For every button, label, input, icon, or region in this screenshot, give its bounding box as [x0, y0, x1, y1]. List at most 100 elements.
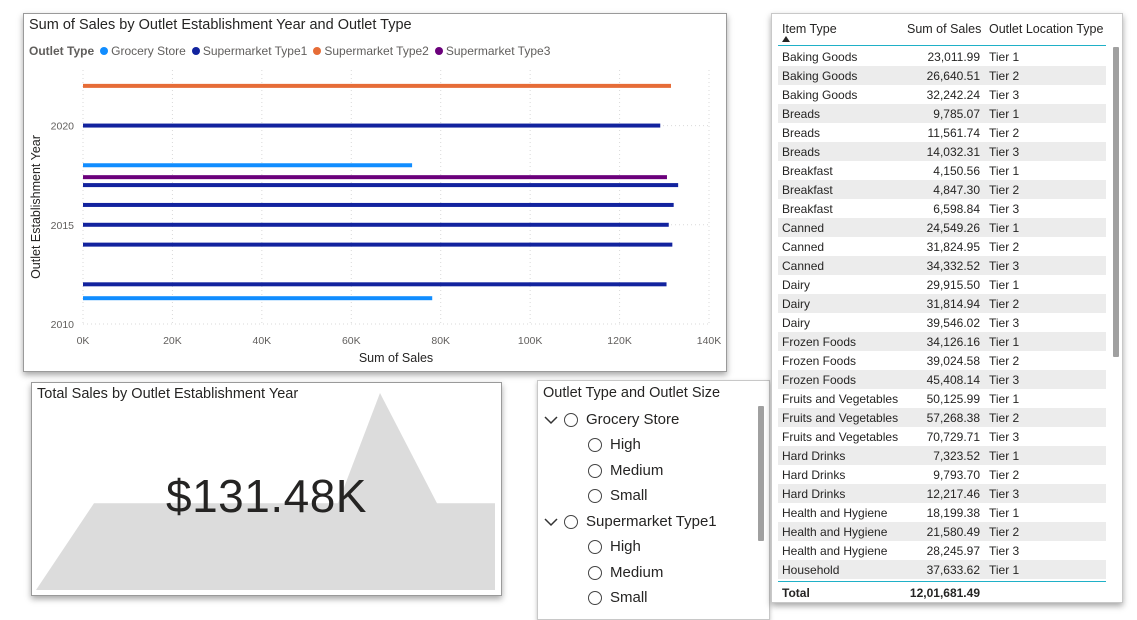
slicer-item-type1-medium[interactable]: Medium	[588, 564, 663, 581]
cell-outlet-location-type: Tier 1	[989, 449, 1020, 463]
cell-outlet-location-type: Tier 2	[989, 183, 1020, 197]
cell-sum-of-sales: 37,633.62	[926, 563, 980, 577]
cell-outlet-location-type: Tier 2	[989, 354, 1020, 368]
column-header-item-type[interactable]: Item Type	[782, 22, 837, 36]
y-axis-title: Outlet Establishment Year	[29, 135, 43, 279]
cell-outlet-location-type: Tier 3	[989, 430, 1020, 444]
cell-sum-of-sales: 21,580.49	[926, 525, 980, 539]
radio-grocery-high[interactable]	[588, 437, 602, 452]
cell-item-type: Health and Hygiene	[782, 506, 888, 520]
radio-grocery-medium[interactable]	[588, 463, 602, 478]
table-row[interactable]: Household 37,633.62 Tier 1	[778, 560, 1106, 579]
cell-sum-of-sales: 34,332.52	[926, 259, 980, 273]
table-row[interactable]: Dairy 39,546.02 Tier 3	[778, 313, 1106, 332]
bar	[83, 296, 433, 301]
table-row[interactable]: Baking Goods 32,242.24 Tier 3	[778, 85, 1106, 104]
bar	[83, 175, 667, 180]
table-row[interactable]: Fruits and Vegetables 50,125.99 Tier 1	[778, 389, 1106, 408]
cell-outlet-location-type: Tier 3	[989, 88, 1020, 102]
radio-grocery-small[interactable]	[588, 488, 602, 503]
table-row[interactable]: Health and Hygiene 18,199.38 Tier 1	[778, 503, 1106, 522]
radio-supermarket-type1[interactable]	[564, 514, 578, 529]
table-row[interactable]: Breads 14,032.31 Tier 3	[778, 142, 1106, 161]
radio-type1-medium[interactable]	[588, 565, 602, 580]
cell-item-type: Breads	[782, 145, 821, 159]
slicer-item-grocery-small[interactable]: Small	[588, 487, 648, 504]
cell-sum-of-sales: 14,032.31	[926, 145, 980, 159]
table-row[interactable]: Breakfast 4,847.30 Tier 2	[778, 180, 1106, 199]
cell-outlet-location-type: Tier 1	[989, 50, 1020, 64]
slicer-scrollbar[interactable]	[758, 406, 764, 541]
table-row[interactable]: Hard Drinks 9,793.70 Tier 2	[778, 465, 1106, 484]
cell-outlet-location-type: Tier 2	[989, 525, 1020, 539]
table-row[interactable]: Frozen Foods 45,408.14 Tier 3	[778, 370, 1106, 389]
table-row[interactable]: Dairy 31,814.94 Tier 2	[778, 294, 1106, 313]
table-row[interactable]: Hard Drinks 7,323.52 Tier 1	[778, 446, 1106, 465]
slicer-group-supermarket-type1[interactable]: Supermarket Type1	[544, 513, 717, 530]
cell-item-type: Breads	[782, 126, 821, 140]
table-row[interactable]: Baking Goods 23,011.99 Tier 1	[778, 47, 1106, 66]
cell-sum-of-sales: 70,729.71	[926, 430, 980, 444]
slicer-item-type1-small[interactable]: Small	[588, 589, 648, 606]
cell-outlet-location-type: Tier 3	[989, 373, 1020, 387]
cell-item-type: Baking Goods	[782, 69, 858, 83]
radio-type1-small[interactable]	[588, 590, 602, 605]
column-header-outlet-location-type[interactable]: Outlet Location Type	[989, 22, 1103, 36]
cell-sum-of-sales: 4,150.56	[933, 164, 980, 178]
table-row[interactable]: Canned 31,824.95 Tier 2	[778, 237, 1106, 256]
table-row[interactable]: Frozen Foods 39,024.58 Tier 2	[778, 351, 1106, 370]
y-tick-label: 2010	[51, 319, 75, 331]
total-sales-card[interactable]: Total Sales by Outlet Establishment Year…	[31, 382, 502, 596]
cell-item-type: Dairy	[782, 297, 811, 311]
cell-outlet-location-type: Tier 3	[989, 544, 1020, 558]
cell-sum-of-sales: 50,125.99	[926, 392, 980, 406]
cell-sum-of-sales: 9,785.07	[933, 107, 980, 121]
cell-sum-of-sales: 29,915.50	[926, 278, 980, 292]
table-row[interactable]: Fruits and Vegetables 70,729.71 Tier 3	[778, 427, 1106, 446]
slicer-item-label: Medium	[610, 564, 664, 581]
cell-sum-of-sales: 26,640.51	[926, 69, 980, 83]
table-row[interactable]: Baking Goods 26,640.51 Tier 2	[778, 66, 1106, 85]
slicer-group-label: Supermarket Type1	[586, 513, 717, 530]
radio-type1-high[interactable]	[588, 539, 602, 554]
table-row[interactable]: Health and Hygiene 28,245.97 Tier 3	[778, 541, 1106, 560]
table-scrollbar[interactable]	[1113, 47, 1119, 357]
cell-item-type: Dairy	[782, 316, 811, 330]
radio-grocery-store[interactable]	[564, 412, 578, 427]
table-row[interactable]: Breakfast 4,150.56 Tier 1	[778, 161, 1106, 180]
sort-ascending-icon[interactable]	[782, 36, 790, 42]
x-tick-label: 80K	[431, 335, 450, 347]
cell-outlet-location-type: Tier 2	[989, 468, 1020, 482]
chevron-down-icon[interactable]	[544, 413, 558, 427]
table-row[interactable]: Breads 11,561.74 Tier 2	[778, 123, 1106, 142]
cell-outlet-location-type: Tier 1	[989, 392, 1020, 406]
slicer-title: Outlet Type and Outlet Size	[543, 385, 721, 401]
table-row[interactable]: Canned 24,549.26 Tier 1	[778, 218, 1106, 237]
cell-outlet-location-type: Tier 1	[989, 335, 1020, 349]
chevron-down-icon[interactable]	[544, 515, 558, 529]
table-row[interactable]: Canned 34,332.52 Tier 3	[778, 256, 1106, 275]
table-row[interactable]: Fruits and Vegetables 57,268.38 Tier 2	[778, 408, 1106, 427]
outlet-type-size-slicer[interactable]: Outlet Type and Outlet Size Grocery Stor…	[537, 380, 770, 620]
item-sales-table[interactable]: Item Type Sum of Sales Outlet Location T…	[771, 13, 1123, 603]
table-row[interactable]: Dairy 29,915.50 Tier 1	[778, 275, 1106, 294]
cell-item-type: Fruits and Vegetables	[782, 392, 899, 406]
slicer-item-grocery-high[interactable]: High	[588, 436, 641, 453]
table-row[interactable]: Health and Hygiene 21,580.49 Tier 2	[778, 522, 1106, 541]
sales-by-year-chart-card[interactable]: Sum of Sales by Outlet Establishment Yea…	[23, 13, 727, 372]
column-header-sum-of-sales[interactable]: Sum of Sales	[907, 22, 981, 36]
table-row[interactable]: Frozen Foods 34,126.16 Tier 1	[778, 332, 1106, 351]
cell-sum-of-sales: 4,847.30	[933, 183, 980, 197]
cell-sum-of-sales: 39,546.02	[926, 316, 980, 330]
cell-item-type: Breakfast	[782, 202, 833, 216]
total-label: Total	[782, 586, 810, 600]
slicer-item-type1-high[interactable]: High	[588, 538, 641, 555]
slicer-item-label: High	[610, 436, 641, 453]
slicer-item-grocery-medium[interactable]: Medium	[588, 462, 663, 479]
cell-sum-of-sales: 28,245.97	[926, 544, 980, 558]
table-row[interactable]: Hard Drinks 12,217.46 Tier 3	[778, 484, 1106, 503]
table-row[interactable]: Breakfast 6,598.84 Tier 3	[778, 199, 1106, 218]
cell-item-type: Fruits and Vegetables	[782, 411, 899, 425]
slicer-group-grocery-store[interactable]: Grocery Store	[544, 411, 679, 428]
table-row[interactable]: Breads 9,785.07 Tier 1	[778, 104, 1106, 123]
